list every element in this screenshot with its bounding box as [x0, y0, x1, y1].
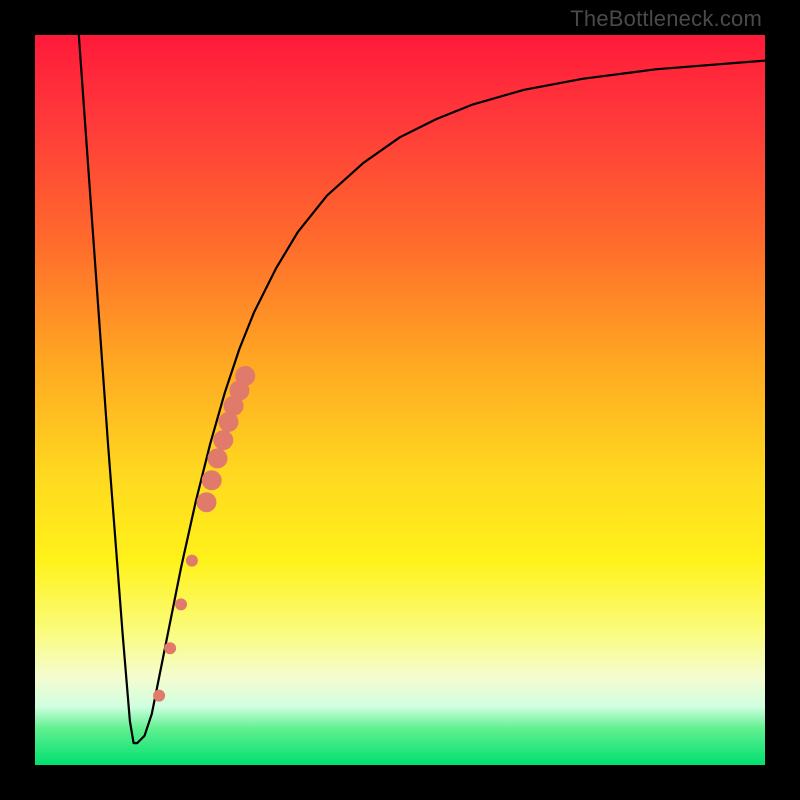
- curve-path: [79, 35, 765, 743]
- data-dot: [235, 366, 255, 386]
- data-dot: [186, 555, 198, 567]
- data-dot: [202, 470, 222, 490]
- data-dots: [153, 366, 255, 702]
- bottleneck-curve: [79, 35, 765, 743]
- chart-frame: TheBottleneck.com: [0, 0, 800, 800]
- data-dot: [208, 448, 228, 468]
- data-dot: [197, 492, 217, 512]
- data-dot: [213, 430, 233, 450]
- chart-overlay: [35, 35, 765, 765]
- data-dot: [164, 642, 176, 654]
- data-dot: [153, 690, 165, 702]
- watermark-text: TheBottleneck.com: [570, 6, 762, 32]
- data-dot: [175, 598, 187, 610]
